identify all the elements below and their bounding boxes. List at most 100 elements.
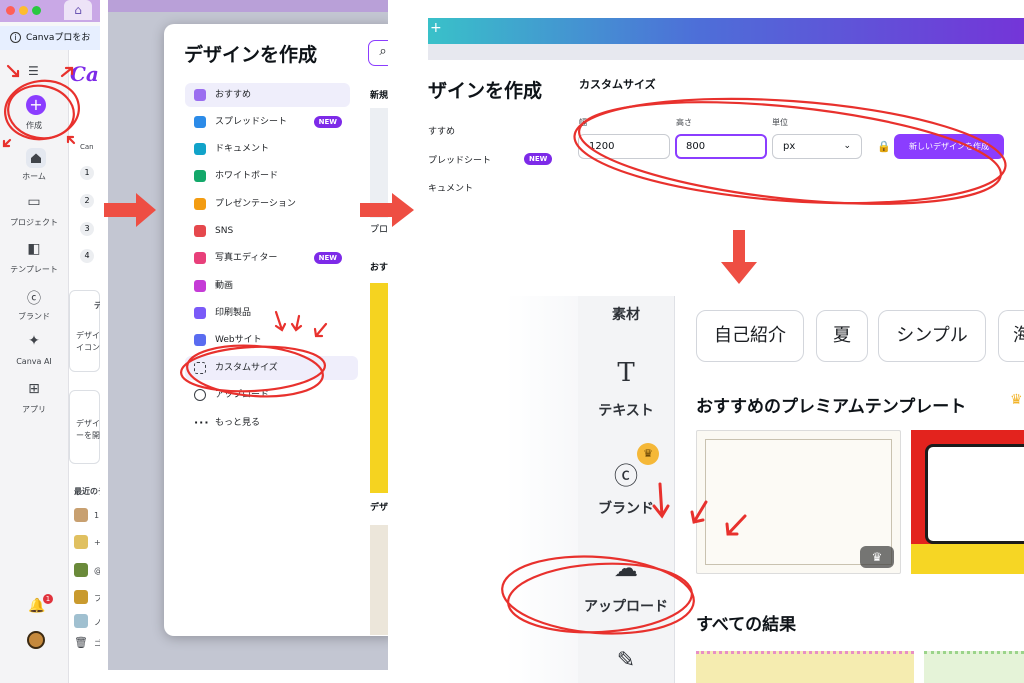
recent-thumbnail[interactable] bbox=[74, 535, 88, 549]
rail-item-upload[interactable]: アップロード bbox=[578, 596, 674, 616]
menu-item-custom-size[interactable]: カスタムサイズ bbox=[185, 356, 358, 380]
premium-templates-heading: おすすめのプレミアムテンプレート bbox=[696, 397, 967, 417]
trash-icon[interactable]: 🗑 bbox=[74, 636, 88, 649]
panel-fade bbox=[506, 296, 578, 683]
recent-thumbnail[interactable] bbox=[74, 614, 88, 628]
menu-item-spreadsheet[interactable]: プレッドシート bbox=[428, 153, 491, 166]
menu-item-whiteboard[interactable]: ホワイトボード bbox=[185, 164, 350, 188]
sparkle-icon[interactable]: ✦ bbox=[0, 333, 68, 349]
home-tab-icon[interactable]: ⌂ bbox=[64, 0, 92, 20]
menu-item-photo-editor[interactable]: 写真エディター NEW bbox=[185, 246, 350, 270]
heart-icon bbox=[194, 225, 206, 237]
text-icon[interactable]: T bbox=[578, 358, 674, 388]
close-window-button[interactable] bbox=[6, 6, 15, 15]
menu-item-upload[interactable]: アップロード bbox=[185, 383, 350, 407]
create-new-design-button[interactable]: 新しいデザインを作成 bbox=[894, 134, 1004, 159]
window-titlebar: ⌂ bbox=[0, 0, 100, 22]
menu-item-label: スプレッドシート bbox=[215, 117, 288, 127]
trash-label[interactable]: ゴ bbox=[94, 638, 100, 649]
template-preview[interactable] bbox=[370, 283, 388, 493]
home-icon[interactable] bbox=[26, 148, 46, 168]
minimize-window-button[interactable] bbox=[19, 6, 28, 15]
template-preview[interactable] bbox=[370, 108, 388, 218]
folder-icon[interactable]: ▭ bbox=[0, 194, 68, 210]
menu-item-label: おすすめ bbox=[215, 90, 252, 100]
recent-thumbnail[interactable] bbox=[74, 590, 88, 604]
result-thumbnail[interactable] bbox=[924, 651, 1024, 683]
recent-item-label[interactable]: ノ bbox=[94, 617, 100, 628]
panel-canva-home: ⌂ i Canvaプロをお ☰ Canva + 作成 ホーム ▭ プロジェクト … bbox=[0, 0, 100, 683]
upload-cloud-icon[interactable]: ☁ bbox=[578, 554, 674, 582]
menu-item-label: 動画 bbox=[215, 281, 234, 291]
recent-item-label[interactable]: @ bbox=[94, 566, 100, 575]
menu-item-document[interactable]: キュメント bbox=[428, 181, 473, 194]
search-chip[interactable]: シンプル bbox=[878, 310, 986, 362]
menu-item-presentation[interactable]: プレゼンテーション bbox=[185, 192, 350, 216]
presentation-icon bbox=[194, 198, 206, 210]
whiteboard-icon bbox=[194, 170, 206, 182]
brand-icon[interactable]: ⓒ bbox=[578, 456, 674, 491]
nav-brand-label[interactable]: ブランド bbox=[0, 311, 68, 322]
menu-toggle-icon[interactable]: ☰ bbox=[28, 64, 39, 78]
width-field[interactable]: 1200 bbox=[578, 134, 670, 159]
crown-icon: ♛ bbox=[1010, 392, 1023, 408]
recent-item-label[interactable]: + bbox=[94, 538, 100, 547]
create-plus-icon[interactable]: + bbox=[26, 95, 46, 115]
rail-item-elements[interactable]: 素材 bbox=[578, 304, 674, 324]
step-number: 3 bbox=[80, 222, 94, 236]
nav-project-label[interactable]: プロジェクト bbox=[0, 217, 68, 228]
template-card[interactable] bbox=[911, 430, 1024, 574]
template-preview[interactable] bbox=[370, 525, 388, 635]
brand-icon[interactable]: ⓒ bbox=[0, 288, 68, 308]
unit-label: 単位 bbox=[772, 118, 788, 127]
recent-thumbnail[interactable] bbox=[74, 508, 88, 522]
result-thumbnail[interactable] bbox=[696, 651, 914, 683]
menu-item-spreadsheet[interactable]: スプレッドシート NEW bbox=[185, 110, 350, 134]
zoom-window-button[interactable] bbox=[32, 6, 41, 15]
lock-icon[interactable]: 🔒 bbox=[877, 140, 891, 153]
search-chip[interactable]: 自己紹介 bbox=[696, 310, 804, 362]
menu-item-website[interactable]: Webサイト bbox=[185, 328, 350, 352]
sparkle-icon bbox=[194, 89, 206, 101]
menu-item-recommended[interactable]: おすすめ bbox=[185, 83, 350, 107]
custom-size-heading: カスタムサイズ bbox=[579, 78, 656, 91]
menu-item-label: カスタムサイズ bbox=[215, 363, 278, 373]
recent-item-label[interactable]: フ bbox=[94, 593, 100, 604]
apps-icon[interactable]: ⊞ bbox=[0, 381, 68, 397]
menu-item-video[interactable]: 動画 bbox=[185, 274, 350, 298]
template-icon[interactable]: ◧ bbox=[0, 241, 68, 257]
rail-item-brand[interactable]: ブランド bbox=[578, 498, 674, 518]
height-label: 高さ bbox=[676, 118, 692, 127]
nav-canva-ai-label[interactable]: Canva AI bbox=[0, 357, 68, 366]
new-section-heading: 新規 bbox=[370, 91, 388, 101]
upgrade-banner[interactable]: i Canvaプロをお bbox=[0, 26, 100, 50]
unit-select[interactable]: px ⌄ bbox=[772, 134, 862, 159]
recommended-heading: おす bbox=[370, 263, 388, 273]
editor-header-bar: + bbox=[428, 18, 1024, 44]
menu-item-label: ドキュメント bbox=[215, 144, 270, 154]
height-field[interactable]: 800 bbox=[675, 134, 767, 159]
recent-item-label[interactable]: 1 bbox=[94, 511, 99, 520]
menu-item-sns[interactable]: SNS bbox=[185, 219, 350, 243]
menu-item-label: もっと見る bbox=[215, 418, 261, 428]
nav-home-label[interactable]: ホーム bbox=[0, 171, 68, 182]
step-number: 1 bbox=[80, 166, 94, 180]
rail-item-text[interactable]: テキスト bbox=[578, 400, 674, 420]
search-chip[interactable]: 海 bbox=[998, 310, 1024, 362]
menu-item-more[interactable]: ··· もっと見る bbox=[185, 411, 350, 435]
avatar[interactable] bbox=[27, 631, 45, 649]
search-icon[interactable]: ⌕ bbox=[368, 40, 388, 66]
new-tab-plus[interactable]: + bbox=[430, 20, 442, 36]
menu-item-print[interactable]: 印刷製品 bbox=[185, 301, 350, 325]
menu-item-label: 印刷製品 bbox=[215, 308, 252, 318]
nav-apps-label[interactable]: アプリ bbox=[0, 404, 68, 415]
open-design-text: ーを開い bbox=[76, 431, 100, 440]
menu-item-recommended[interactable]: すすめ bbox=[428, 124, 455, 137]
draw-icon[interactable]: ✎ bbox=[578, 648, 674, 673]
menu-item-document[interactable]: ドキュメント bbox=[185, 137, 350, 161]
recent-thumbnail[interactable] bbox=[74, 563, 88, 577]
nav-template-label[interactable]: テンプレート bbox=[0, 264, 68, 275]
search-chip[interactable]: 夏 bbox=[816, 310, 868, 362]
canva-logo: Canva bbox=[70, 62, 100, 86]
menu-item-label: Webサイト bbox=[215, 335, 262, 345]
